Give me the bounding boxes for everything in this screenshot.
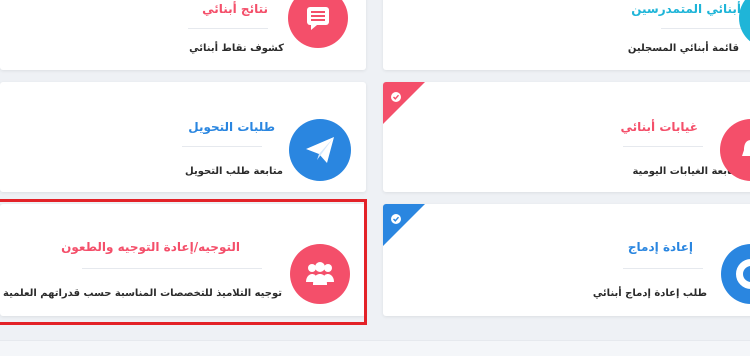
page-footer-strip xyxy=(0,340,750,356)
group-icon xyxy=(290,244,350,304)
divider xyxy=(623,268,703,269)
card-title: أبنائي المتمدرسين xyxy=(631,2,741,16)
divider xyxy=(82,268,262,269)
card-transfer[interactable]: طلبات التحويل متابعة طلب التحويل xyxy=(0,82,366,192)
corner-ribbon xyxy=(383,204,425,246)
divider xyxy=(188,28,268,29)
card-description: كشوف نقاط أبنائي xyxy=(189,43,284,54)
divider xyxy=(623,146,703,147)
card-description: طلب إعادة إدماج أبنائي xyxy=(592,288,707,299)
corner-ribbon xyxy=(383,82,425,124)
card-reintegration[interactable]: إعادة إدماج طلب إعادة إدماج أبنائي xyxy=(383,204,750,316)
card-description: متابعة طلب التحويل xyxy=(185,166,283,177)
divider xyxy=(182,146,262,147)
check-icon xyxy=(391,92,401,102)
ring-icon xyxy=(736,259,750,289)
card-description: توجيه التلاميذ للتخصصات المناسبة حسب قدر… xyxy=(3,288,282,299)
card-title: طلبات التحويل xyxy=(188,120,275,134)
card-enrolled[interactable]: أبنائي المتمدرسين قائمة أبنائي المسجلين xyxy=(383,0,750,70)
list-icon xyxy=(288,0,348,48)
paper-plane-icon xyxy=(289,119,351,181)
users-icon xyxy=(739,0,750,48)
card-title: نتائج أبنائي xyxy=(202,2,268,16)
refresh-icon xyxy=(721,244,750,304)
card-absences[interactable]: غيابات أبنائي متابعة الغيابات اليومية xyxy=(383,82,750,192)
card-description: قائمة أبنائي المسجلين xyxy=(627,43,739,54)
card-title: إعادة إدماج xyxy=(627,240,693,254)
check-icon xyxy=(391,214,401,224)
card-title: غيابات أبنائي xyxy=(620,120,698,134)
card-title: التوجيه/إعادة التوجيه والطعون xyxy=(61,240,240,254)
card-results[interactable]: نتائج أبنائي كشوف نقاط أبنائي xyxy=(0,0,366,70)
card-orientation[interactable]: التوجيه/إعادة التوجيه والطعون توجيه التل… xyxy=(0,204,366,316)
divider xyxy=(661,28,741,29)
